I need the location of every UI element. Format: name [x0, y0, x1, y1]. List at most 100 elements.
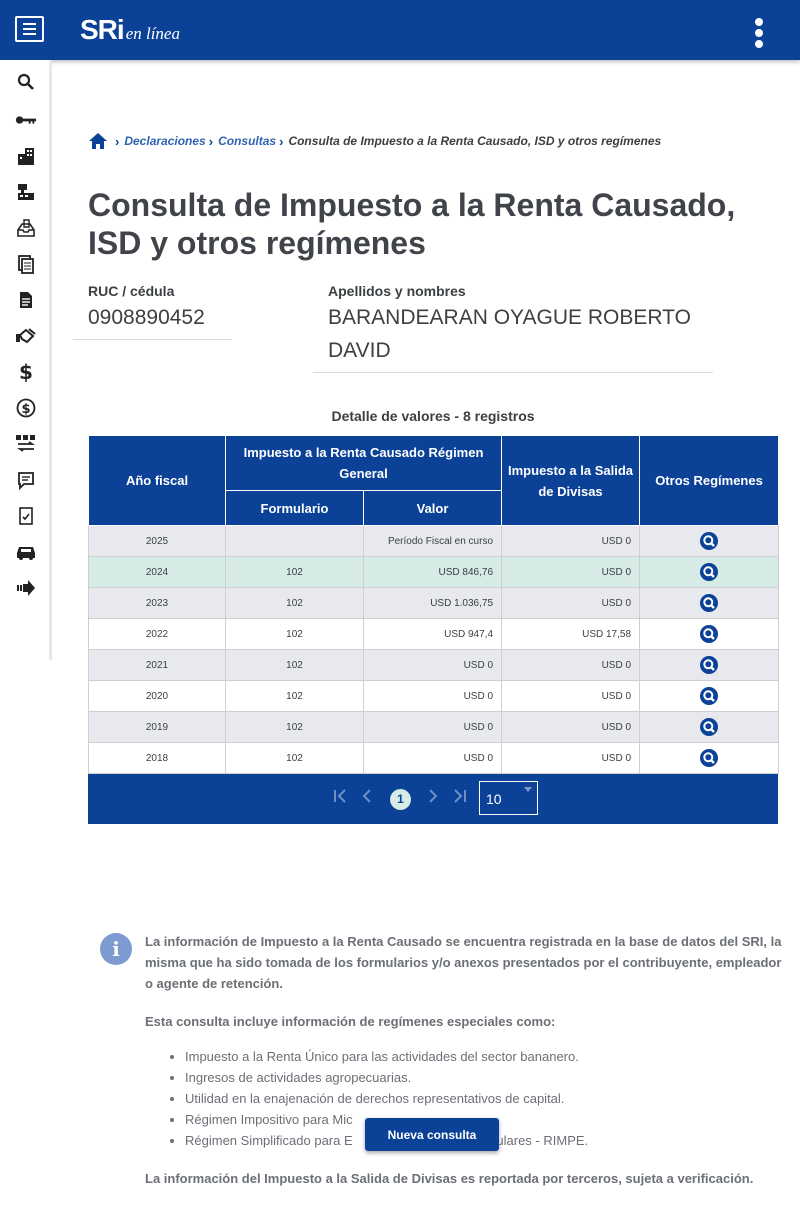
info-paragraph-2: Esta consulta incluye información de reg…: [145, 1014, 556, 1029]
cell-year: 2021: [88, 649, 226, 681]
caret-down-icon: [524, 787, 532, 792]
breadcrumb-separator-icon: ›: [208, 133, 214, 149]
cell-value: USD 1.036,75: [362, 587, 503, 619]
cell-form: 102: [225, 649, 364, 681]
page-title: Consulta de Impuesto a la Renta Causado,…: [88, 187, 736, 261]
ruc-value: 0908890452: [88, 306, 205, 329]
next-page-button[interactable]: [426, 788, 440, 809]
checklist-icon[interactable]: [12, 504, 40, 528]
cell-year: 2025: [88, 525, 226, 557]
cell-value: USD 0: [362, 711, 503, 743]
page-size-value: 10: [486, 791, 502, 807]
cell-isd: USD 0: [501, 649, 641, 681]
header-others: Otros Regímenes: [639, 435, 780, 526]
info-paragraph-3: La información del Impuesto a la Salida …: [145, 1171, 754, 1186]
cell-value: USD 0: [362, 742, 503, 774]
first-page-button[interactable]: [332, 788, 348, 809]
cell-form: 102: [225, 680, 364, 712]
last-page-button[interactable]: [452, 788, 468, 809]
dollar-icon[interactable]: $: [12, 360, 40, 384]
cell-value: Período Fiscal en curso: [362, 525, 503, 557]
cell-value: USD 0: [362, 649, 503, 681]
cell-value: USD 947,4: [362, 618, 503, 650]
more-options-icon[interactable]: [752, 18, 766, 48]
header-group: Impuesto a la Renta Causado Régimen Gene…: [224, 435, 503, 491]
car-icon[interactable]: [12, 540, 40, 564]
table-caption: Detalle de valores - 8 registros: [331, 408, 535, 424]
breadcrumb-current: Consulta de Impuesto a la Renta Causado,…: [288, 134, 662, 148]
arrow-right-icon[interactable]: [12, 576, 40, 600]
breadcrumb-separator-icon: ›: [279, 133, 284, 149]
cell-others: [639, 649, 780, 681]
table-row: 2023 102 USD 1.036,75 USD 0: [88, 587, 780, 619]
cell-others: [639, 618, 780, 650]
cell-year: 2022: [88, 618, 226, 650]
home-icon[interactable]: [88, 132, 108, 150]
header-value[interactable]: Valor: [362, 490, 503, 526]
magnifier-icon[interactable]: [700, 718, 719, 736]
dollar-circle-icon[interactable]: $: [12, 396, 40, 420]
first-page-icon: [334, 789, 346, 803]
chevron-left-icon: [362, 789, 371, 803]
search-icon[interactable]: [12, 70, 40, 94]
sri-logo[interactable]: SRi en línea: [80, 14, 180, 46]
cell-year: 2018: [88, 742, 226, 774]
cell-isd: USD 0: [501, 525, 641, 557]
header-year[interactable]: Año fiscal: [88, 435, 226, 526]
paginator: 1 10: [88, 774, 778, 824]
cell-isd: USD 0: [501, 587, 641, 619]
cell-year: 2020: [88, 680, 226, 712]
table-row: 2019 102 USD 0 USD 0: [88, 711, 780, 743]
inbox-tray-icon[interactable]: [12, 216, 40, 240]
ruc-underline: [73, 339, 232, 340]
handshake-icon[interactable]: [12, 324, 40, 348]
document-icon[interactable]: [12, 288, 40, 312]
info-icon: i: [100, 933, 132, 965]
page-size-select[interactable]: 10: [479, 781, 538, 815]
breadcrumb-separator-icon: ›: [115, 133, 120, 149]
logo-sub-text: en línea: [125, 24, 180, 43]
header-form[interactable]: Formulario: [225, 490, 364, 526]
breadcrumb: › Declaraciones › Consultas › Consulta d…: [88, 132, 661, 150]
magnifier-icon[interactable]: [700, 625, 719, 643]
info-paragraph-1: La información de Impuesto a la Renta Ca…: [145, 934, 782, 991]
magnifier-icon[interactable]: [700, 687, 719, 705]
table-row: 2018 102 USD 0 USD 0: [88, 742, 780, 774]
cell-form: 102: [225, 587, 364, 619]
svg-text:$: $: [19, 362, 33, 382]
magnifier-icon[interactable]: [700, 594, 719, 612]
currency-exchange-icon[interactable]: [12, 432, 40, 456]
sidebar: $ $: [0, 60, 52, 660]
cell-isd: USD 0: [501, 556, 641, 588]
cell-form: [225, 525, 364, 557]
logo-main-text: SRi: [80, 14, 125, 45]
chevron-right-icon: [429, 789, 438, 803]
previous-page-button[interactable]: [360, 788, 374, 809]
new-query-button[interactable]: Nueva consulta: [365, 1118, 499, 1151]
cell-others: [639, 587, 780, 619]
header-isd[interactable]: Impuesto a la Salida de Divisas: [501, 435, 641, 526]
magnifier-icon[interactable]: [700, 656, 719, 674]
documents-icon[interactable]: [12, 252, 40, 276]
table-row: 2021 102 USD 0 USD 0: [88, 649, 780, 681]
page-number-button[interactable]: 1: [390, 789, 411, 810]
cell-others: [639, 556, 780, 588]
magnifier-icon[interactable]: [700, 563, 719, 581]
breadcrumb-consultas-link[interactable]: Consultas: [218, 134, 276, 148]
key-icon[interactable]: [12, 108, 40, 132]
buildings-icon[interactable]: [12, 144, 40, 168]
cell-value: USD 846,76: [362, 556, 503, 588]
list-item: Utilidad en la enajenación de derechos r…: [185, 1088, 785, 1109]
breadcrumb-declaraciones-link[interactable]: Declaraciones: [124, 134, 205, 148]
name-underline: [313, 372, 713, 373]
magnifier-icon[interactable]: [700, 532, 719, 550]
menu-toggle-button[interactable]: [15, 16, 44, 42]
cash-register-icon[interactable]: [12, 180, 40, 204]
cell-others: [639, 711, 780, 743]
cell-isd: USD 0: [501, 680, 641, 712]
cell-others: [639, 525, 780, 557]
magnifier-icon[interactable]: [700, 749, 719, 767]
ruc-label: RUC / cédula: [88, 283, 175, 299]
comment-edit-icon[interactable]: [12, 468, 40, 492]
cell-form: 102: [225, 711, 364, 743]
